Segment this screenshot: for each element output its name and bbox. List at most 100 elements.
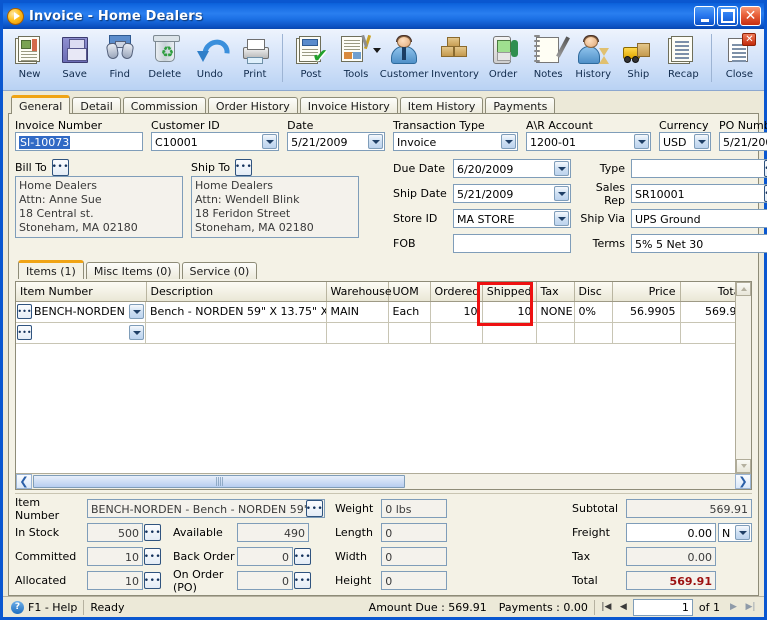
chevron-down-icon[interactable] [368, 134, 384, 149]
col-ordered[interactable]: Ordered [430, 282, 483, 302]
committed-value[interactable]: 10 [87, 547, 143, 566]
cell-item-number[interactable]: ••• BENCH-NORDEN [16, 301, 146, 323]
date-combo[interactable]: 5/21/2009 [287, 132, 386, 151]
last-record-button[interactable]: ▶| [743, 600, 758, 615]
ar-account-combo[interactable]: 1200-01 [526, 132, 651, 151]
sales-rep-input[interactable]: SR10001••• [631, 184, 767, 203]
cell-price[interactable] [612, 322, 681, 344]
tab-item-history[interactable]: Item History [399, 97, 484, 114]
toolbar-print-button[interactable]: Print [232, 32, 277, 88]
col-description[interactable]: Description [146, 282, 327, 302]
height-value[interactable]: 0 [381, 571, 447, 590]
tab-general[interactable]: General [11, 95, 71, 114]
chevron-down-icon[interactable] [129, 304, 144, 319]
chevron-down-icon[interactable] [634, 134, 649, 149]
chevron-down-icon[interactable] [129, 325, 144, 340]
ship-to-lookup-button[interactable]: ••• [235, 158, 253, 176]
chevron-down-icon[interactable] [735, 525, 750, 540]
available-value[interactable]: 490 [237, 523, 309, 542]
back-order-value[interactable]: 0 [237, 547, 293, 566]
toolbar-recap-button[interactable]: Recap [661, 32, 706, 88]
toolbar-post-button[interactable]: ✔ Post [288, 32, 333, 88]
cell-disc[interactable] [574, 322, 613, 344]
cell-warehouse[interactable] [326, 322, 389, 344]
help-segment[interactable]: ? F1 - Help [5, 599, 83, 616]
length-value[interactable]: 0 [381, 523, 447, 542]
store-id-combo[interactable]: MA STORE [453, 209, 571, 228]
first-record-button[interactable]: |◀ [599, 600, 614, 615]
on-order-value[interactable]: 0 [237, 571, 293, 590]
scroll-left-icon[interactable]: ❮ [16, 474, 32, 489]
tab-commission[interactable]: Commission [122, 97, 206, 114]
toolbar-tools-button[interactable]: Tools [334, 32, 381, 88]
type-input[interactable]: ••• [631, 159, 767, 178]
tab-service[interactable]: Service (0) [181, 262, 258, 279]
chevron-down-icon[interactable] [262, 134, 278, 149]
tab-order-history[interactable]: Order History [207, 97, 298, 114]
in-stock-lookup-button[interactable]: ••• [144, 524, 161, 541]
chevron-down-icon[interactable] [501, 134, 516, 149]
toolbar-find-button[interactable]: Find [97, 32, 142, 88]
scroll-up-icon[interactable] [736, 282, 751, 296]
cell-item-number[interactable]: ••• [16, 322, 146, 344]
toolbar-delete-button[interactable]: ♻ Delete [142, 32, 187, 88]
table-row[interactable]: ••• BENCH-NORDEN Bench - NORDEN 59" X 13… [16, 301, 749, 323]
tab-payments[interactable]: Payments [485, 97, 556, 114]
table-row[interactable]: ••• [16, 322, 749, 344]
in-stock-value[interactable]: 500 [87, 523, 143, 542]
committed-lookup-button[interactable]: ••• [144, 548, 161, 565]
ship-date-combo[interactable]: 5/21/2009 [453, 184, 571, 203]
chevron-down-icon[interactable] [554, 186, 569, 201]
po-number-input[interactable]: 5/21/2009 [719, 132, 767, 151]
toolbar-undo-button[interactable]: Undo [187, 32, 232, 88]
toolbar-history-button[interactable]: History [571, 32, 616, 88]
col-disc[interactable]: Disc [574, 282, 613, 302]
fob-input[interactable] [453, 234, 571, 253]
grid-horizontal-scrollbar[interactable]: ❮ |||| ❯ [16, 473, 751, 489]
allocated-lookup-button[interactable]: ••• [144, 572, 161, 589]
ship-via-input[interactable]: UPS Ground [631, 209, 767, 228]
col-tax[interactable]: Tax [536, 282, 575, 302]
freight-flag-combo[interactable]: N [718, 523, 752, 542]
grid-vertical-scrollbar[interactable] [735, 282, 751, 473]
cell-price[interactable]: 56.9905 [612, 301, 681, 323]
transaction-type-combo[interactable]: Invoice [393, 132, 518, 151]
chevron-down-icon[interactable] [694, 134, 709, 149]
minimize-button[interactable] [694, 6, 715, 26]
cell-ordered[interactable] [430, 322, 483, 344]
allocated-value[interactable]: 10 [87, 571, 143, 590]
item-lookup-button[interactable]: ••• [17, 325, 32, 340]
customer-id-combo[interactable]: C10001 [151, 132, 280, 151]
cell-disc[interactable]: 0% [574, 301, 613, 323]
toolbar-new-button[interactable]: New [7, 32, 52, 88]
cell-warehouse[interactable]: MAIN [326, 301, 389, 323]
chevron-down-icon[interactable] [554, 211, 569, 226]
cell-description[interactable] [146, 322, 327, 344]
previous-record-button[interactable]: ◀ [616, 600, 631, 615]
toolbar-inventory-button[interactable]: Inventory [430, 32, 481, 88]
tab-misc-items[interactable]: Misc Items (0) [85, 262, 180, 279]
scroll-down-icon[interactable] [736, 459, 751, 473]
due-date-combo[interactable]: 6/20/2009 [453, 159, 571, 178]
cell-description[interactable]: Bench - NORDEN 59" X 13.75" X 17.7 [146, 301, 327, 323]
item-lookup-button[interactable]: ••• [17, 304, 32, 319]
toolbar-ship-button[interactable]: Ship [616, 32, 661, 88]
col-shipped[interactable]: Shipped [482, 282, 537, 302]
col-item-number[interactable]: Item Number [16, 282, 147, 302]
col-uom[interactable]: UOM [388, 282, 431, 302]
cell-tax[interactable] [536, 322, 575, 344]
bill-to-address[interactable]: Home Dealers Attn: Anne Sue 18 Central s… [15, 176, 183, 238]
on-order-lookup-button[interactable]: ••• [294, 572, 311, 589]
detail-item-lookup-button[interactable]: ••• [306, 500, 323, 517]
maximize-button[interactable] [717, 6, 738, 26]
toolbar-save-button[interactable]: Save [52, 32, 97, 88]
tab-detail[interactable]: Detail [72, 97, 121, 114]
freight-value[interactable]: 0.00 [626, 523, 716, 542]
cell-shipped[interactable]: 10 [482, 301, 537, 323]
close-button[interactable]: ✕ [740, 6, 761, 26]
width-value[interactable]: 0 [381, 547, 447, 566]
tab-items[interactable]: Items (1) [18, 260, 84, 279]
toolbar-close-button[interactable]: ✕ Close [717, 32, 762, 88]
chevron-down-icon[interactable] [554, 161, 569, 176]
line-items-grid[interactable]: Item Number Description Warehouse UOM Or… [15, 281, 752, 490]
